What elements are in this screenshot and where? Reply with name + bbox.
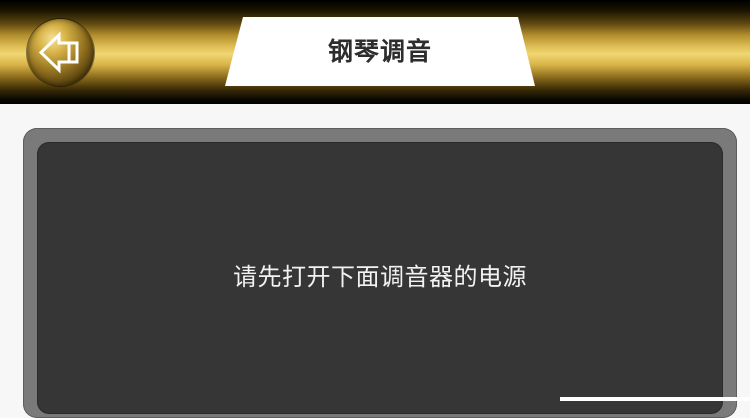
tuner-panel: 请先打开下面调音器的电源	[23, 128, 737, 418]
page-title: 钢琴调音	[327, 37, 432, 66]
title-tab: 钢琴调音	[225, 17, 535, 86]
back-arrow-icon	[38, 31, 79, 74]
bottom-edge-strip	[560, 397, 750, 401]
power-on-prompt: 请先打开下面调音器的电源	[233, 263, 527, 291]
header-bar: 钢琴调音	[0, 0, 750, 104]
tuner-display: 请先打开下面调音器的电源	[38, 143, 722, 413]
back-button[interactable]	[27, 19, 94, 86]
